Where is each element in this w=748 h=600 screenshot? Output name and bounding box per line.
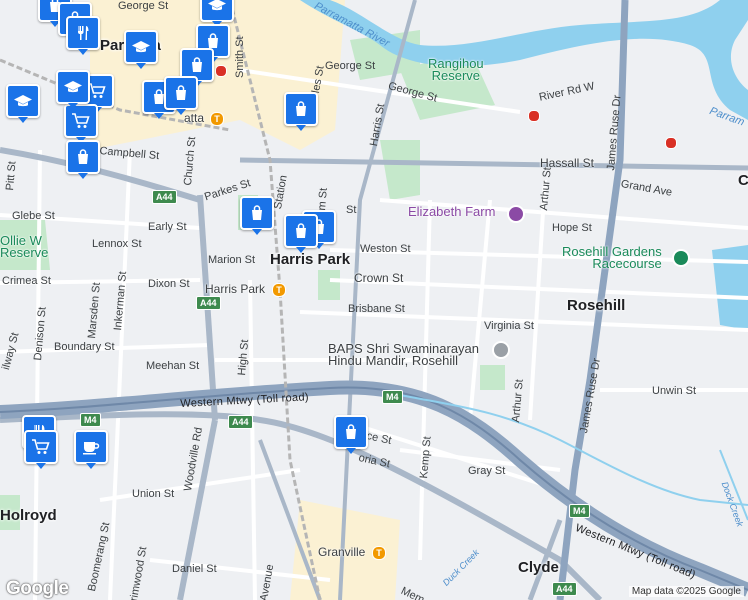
street-weston-st: Weston St: [360, 243, 411, 255]
coffee-icon: [81, 438, 101, 456]
racecourse-icon[interactable]: [672, 249, 690, 267]
street-brisbane-st: Brisbane St: [348, 303, 405, 315]
metro-icon-2[interactable]: [665, 137, 677, 149]
harris-park-station-icon[interactable]: T: [272, 283, 286, 297]
elizabeth-farm-icon[interactable]: [507, 205, 525, 223]
shopping-bag-icon: [74, 148, 92, 166]
shield-m4-3: M4: [569, 504, 590, 518]
street-gray-st: Gray St: [468, 465, 506, 477]
street-smith-st: Smith St: [234, 36, 246, 78]
street-lennox-st: Lennox St: [92, 238, 142, 250]
place-ollie-webb-reserve: Ollie W Reserve: [0, 233, 49, 260]
street-george-st-1: George St: [118, 0, 169, 12]
shopping-bag-icon: [172, 84, 190, 102]
map-canvas[interactable]: Harris Park Rosehill Holroyd Clyde Parr …: [0, 0, 748, 600]
rosehill-pond: [712, 245, 748, 330]
map-marker[interactable]: [164, 76, 198, 115]
map-marker[interactable]: [124, 30, 158, 69]
shield-a44-4: A44: [552, 582, 577, 596]
street-glebe-st: Glebe St: [12, 210, 55, 222]
map-marker[interactable]: [74, 430, 108, 469]
metro-icon-3[interactable]: [215, 65, 227, 77]
shield-a44-3: A44: [228, 415, 253, 429]
map-marker[interactable]: [66, 16, 100, 55]
shopping-bag-icon: [292, 222, 310, 240]
street-pitt-st: Pitt St: [4, 160, 19, 192]
shopping-cart-icon: [87, 82, 107, 100]
shield-a44-1: A44: [152, 190, 177, 204]
place-elizabeth-farm: Elizabeth Farm: [408, 204, 496, 219]
map-marker[interactable]: [66, 140, 100, 179]
label-parramatta-station: atta: [184, 111, 205, 125]
map-marker[interactable]: [334, 415, 368, 454]
education-icon: [131, 38, 151, 56]
granville-station-icon[interactable]: T: [372, 546, 386, 560]
street-virginia-st: Virginia St: [484, 320, 534, 332]
street-marion-st: Marion St: [208, 254, 256, 266]
shopping-bag-icon: [342, 423, 360, 441]
restaurant-icon: [74, 24, 92, 42]
map-attribution[interactable]: Map data ©2025 Google: [628, 586, 744, 597]
elizabeth-farm-park: [380, 140, 420, 200]
shopping-bag-icon: [292, 100, 310, 118]
shield-m4-1: M4: [80, 413, 101, 427]
metro-icon-1[interactable]: [528, 110, 540, 122]
education-icon: [13, 92, 33, 110]
map-marker[interactable]: [24, 430, 58, 469]
street-crown-st: Crown St: [354, 271, 404, 285]
street-george-st-2: George St: [325, 60, 376, 72]
temple-icon[interactable]: [492, 341, 510, 359]
shopping-bag-icon: [248, 204, 266, 222]
place-baps-mandir: BAPS Shri Swaminarayan Hindu Mandir, Ros…: [328, 341, 480, 368]
label-harris-park-station: Harris Park: [205, 282, 266, 296]
map-marker[interactable]: [64, 104, 98, 143]
map-marker[interactable]: [56, 70, 90, 109]
shield-a44-2: A44: [196, 296, 221, 310]
street-tam-st: m St: [316, 187, 330, 212]
map-marker[interactable]: [284, 92, 318, 131]
education-icon: [63, 78, 83, 96]
google-logo: Google: [6, 578, 69, 599]
street-meehan-st: Meehan St: [146, 360, 200, 372]
street-dixon-st: Dixon St: [148, 278, 190, 290]
place-rangihou-reserve: Rangihou Reserve: [428, 56, 484, 83]
suburb-edge-c: C: [738, 172, 748, 189]
street-crimea-st: Crimea St: [2, 275, 51, 287]
shopping-bag-icon: [188, 56, 206, 74]
baps-park: [480, 365, 505, 390]
map-marker[interactable]: [284, 214, 318, 253]
street-union-st: Union St: [132, 488, 175, 500]
map-marker[interactable]: [240, 196, 274, 235]
label-granville-station: Granville: [318, 545, 366, 559]
street-unwin-st: Unwin St: [652, 385, 697, 397]
suburb-harris-park: Harris Park: [270, 251, 351, 268]
street-hope-st: Hope St: [552, 222, 592, 234]
shopping-cart-icon: [71, 112, 91, 130]
education-icon: [207, 0, 227, 14]
suburb-clyde: Clyde: [518, 559, 559, 576]
map-marker[interactable]: [6, 84, 40, 123]
shopping-cart-icon: [31, 438, 51, 456]
street-early-st: Early St: [148, 221, 187, 233]
harris-park-green: [318, 270, 340, 300]
suburb-holroyd: Holroyd: [0, 507, 57, 524]
map-marker[interactable]: [200, 0, 234, 27]
street-boundary-st: Boundary St: [54, 341, 115, 353]
place-rosehill-gardens: Rosehill Gardens Racecourse: [562, 244, 662, 271]
street-st-partial: St: [346, 204, 357, 216]
street-daniel-st: Daniel St: [172, 563, 217, 575]
shield-m4-2: M4: [382, 390, 403, 404]
parramatta-station-icon[interactable]: T: [210, 112, 224, 126]
suburb-rosehill: Rosehill: [567, 297, 626, 314]
